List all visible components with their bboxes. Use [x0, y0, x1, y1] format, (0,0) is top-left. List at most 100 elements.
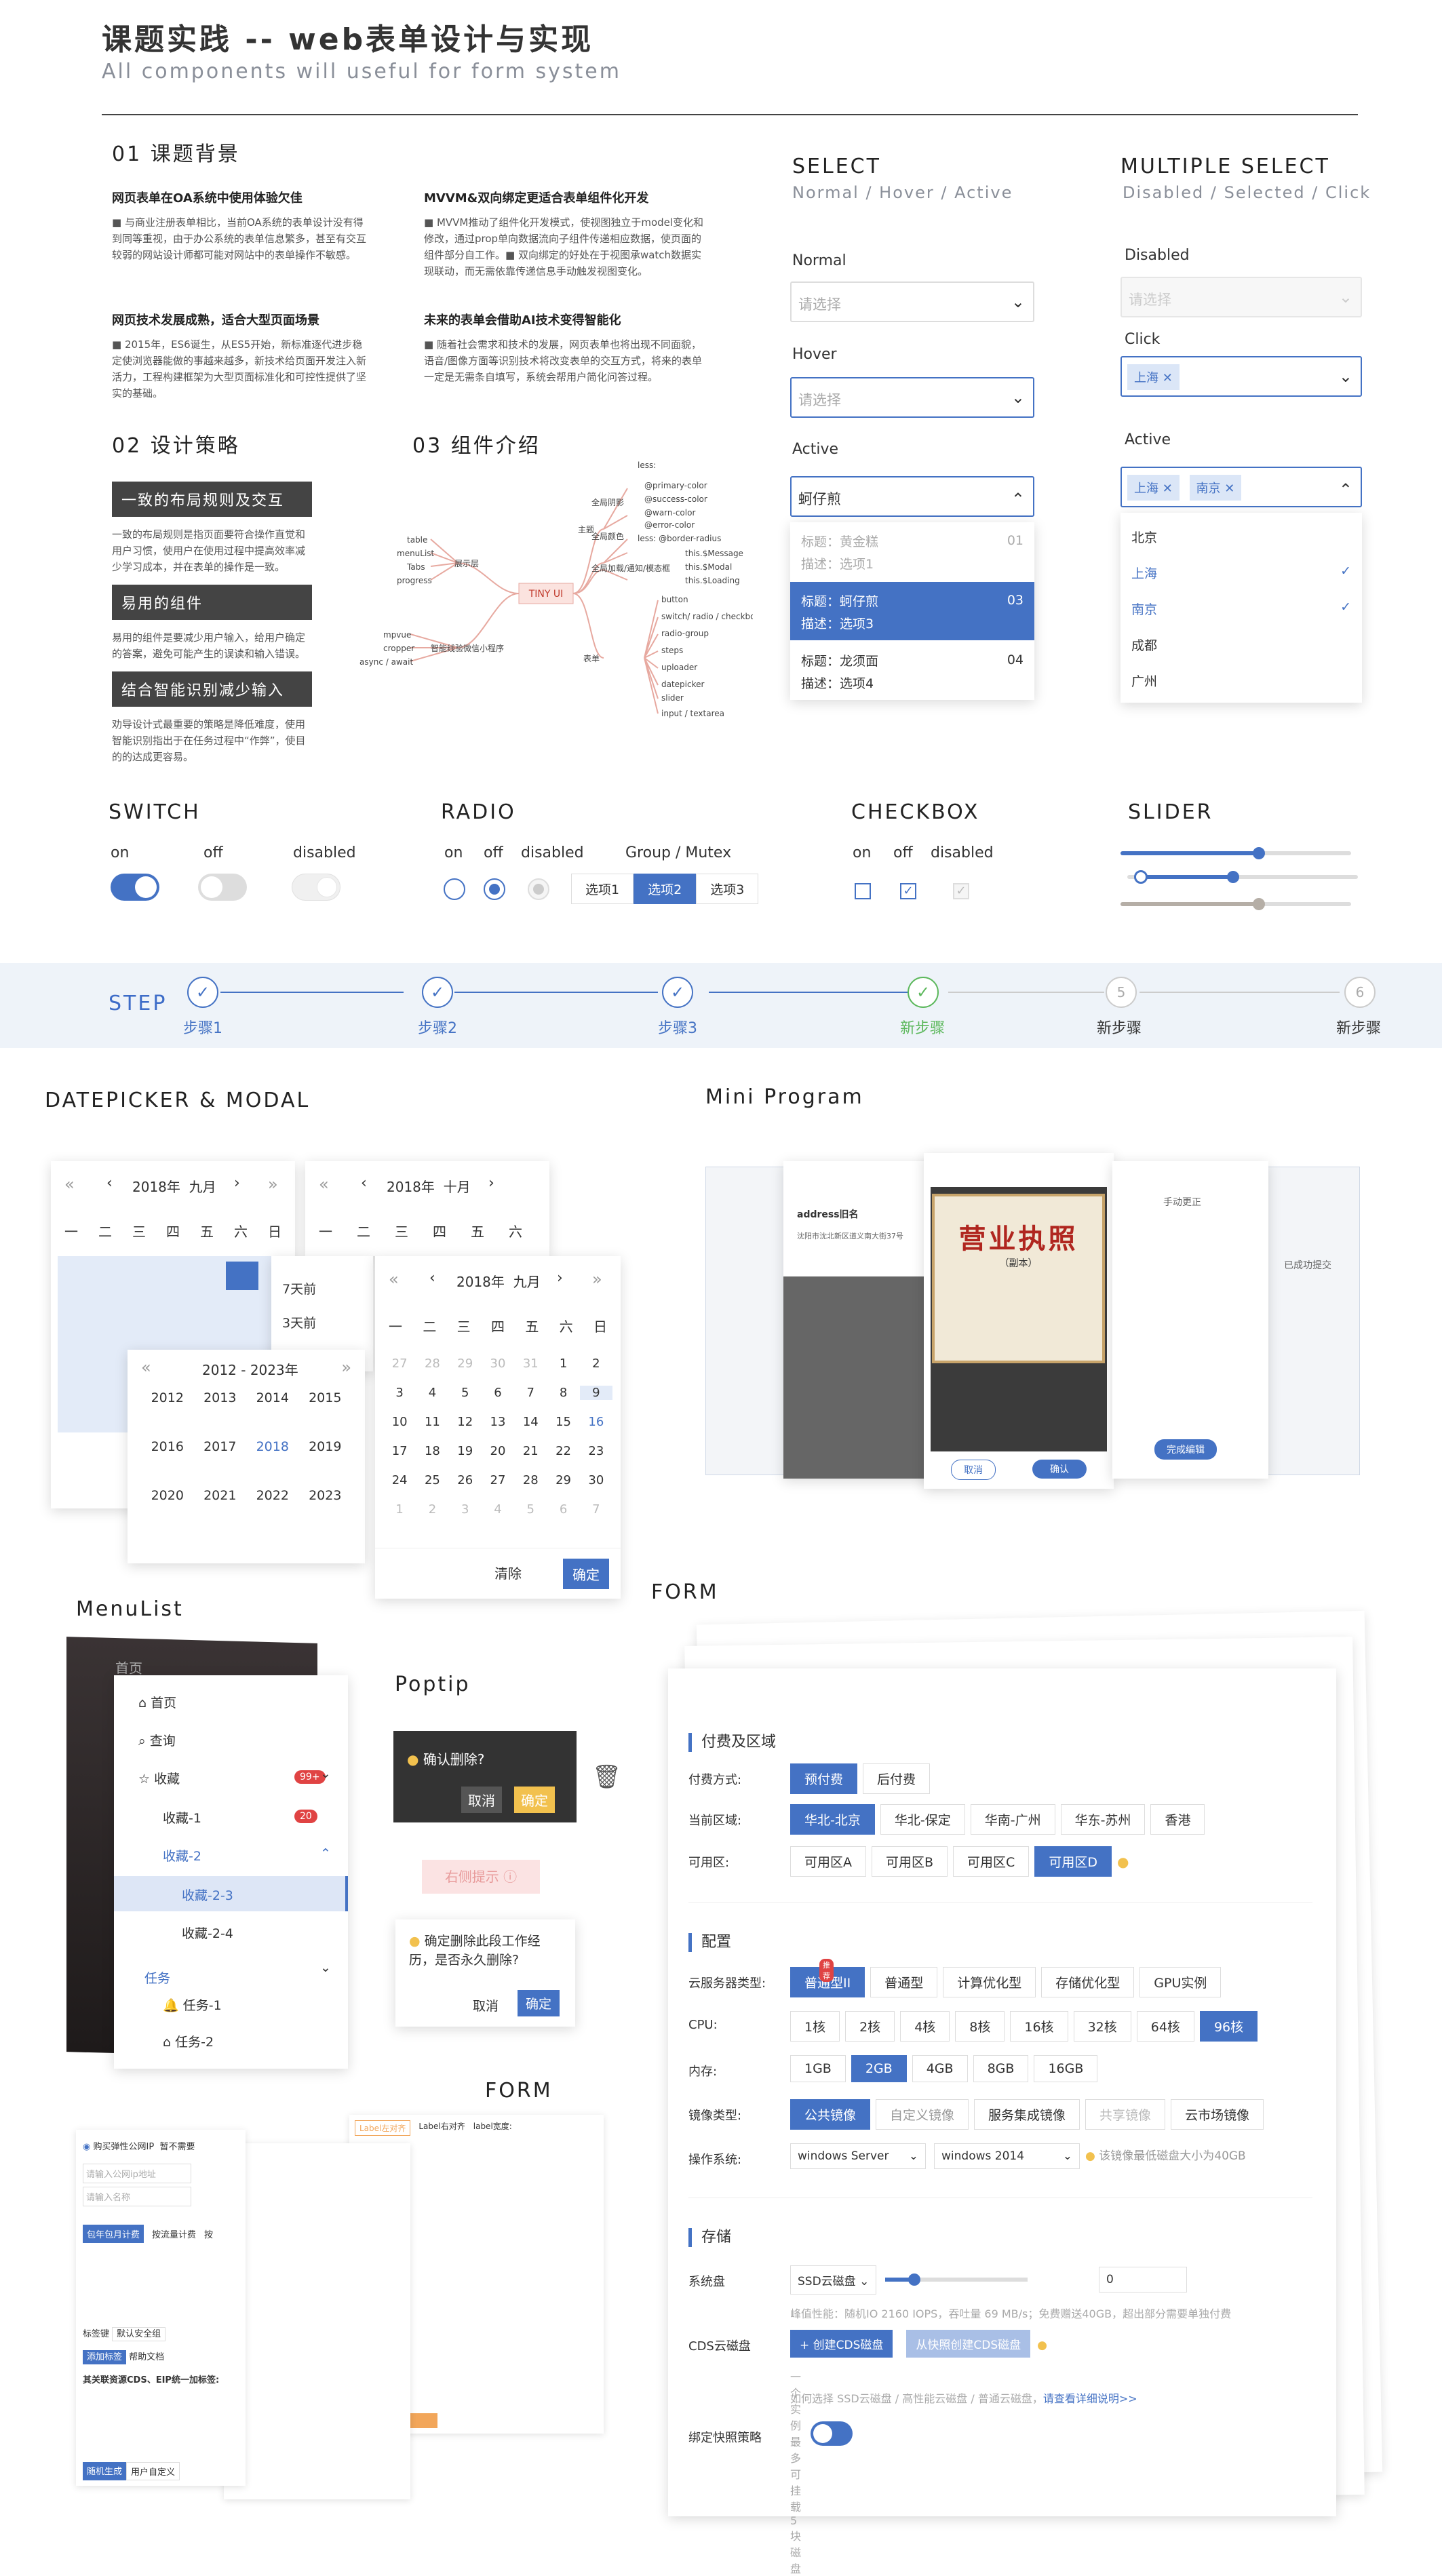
- region-option[interactable]: 香港: [1150, 1804, 1205, 1835]
- name-input[interactable]: 请输入名称: [83, 2187, 191, 2206]
- memory-option[interactable]: 8GB: [973, 2055, 1029, 2082]
- mini-cancel-button[interactable]: 取消: [951, 1460, 996, 1480]
- calendar-month[interactable]: 九月: [189, 1179, 216, 1195]
- select-option[interactable]: 标题：黄金糕 描述：选项1 01: [790, 522, 1034, 581]
- year-cell[interactable]: 2012: [141, 1390, 194, 1405]
- snapshot-cds-button[interactable]: 从快照创建CDS磁盘: [906, 2330, 1031, 2358]
- year-cell[interactable]: 2013: [194, 1390, 247, 1405]
- memory-option[interactable]: 16GB: [1034, 2055, 1098, 2082]
- day-cell[interactable]: 2: [580, 1357, 612, 1371]
- close-icon[interactable]: ✕: [1224, 482, 1234, 496]
- chevron-left-icon[interactable]: ‹: [361, 1175, 367, 1192]
- multi-active[interactable]: 上海 ✕ 南京 ✕ ⌃: [1121, 467, 1362, 507]
- day-cell[interactable]: 15: [547, 1415, 579, 1429]
- radio-label[interactable]: 暂不需要: [159, 2142, 195, 2152]
- menu-item[interactable]: ☆ 收藏: [138, 1769, 180, 1787]
- memory-option[interactable]: 2GB: [851, 2055, 907, 2082]
- year-cell[interactable]: 2020: [141, 1488, 194, 1503]
- radio-on[interactable]: [444, 878, 465, 900]
- chevron-right-icon[interactable]: ›: [557, 1270, 563, 1287]
- zone-option[interactable]: 可用区A: [790, 1846, 866, 1877]
- image-option[interactable]: 云市场镜像: [1171, 2099, 1264, 2130]
- day-cell[interactable]: 3: [449, 1502, 482, 1517]
- menu-item[interactable]: 收藏-1: [163, 1808, 201, 1827]
- calendar-year[interactable]: 2018年: [456, 1274, 505, 1290]
- day-cell[interactable]: 11: [416, 1415, 448, 1429]
- chevron-left-icon[interactable]: ‹: [429, 1270, 435, 1287]
- image-option[interactable]: 自定义镜像: [876, 2099, 969, 2130]
- menu-item[interactable]: ⌕ 查询: [138, 1731, 176, 1749]
- chevron-right-icon[interactable]: ›: [234, 1175, 240, 1192]
- menu-item[interactable]: ⌂ 任务-2: [163, 2032, 214, 2050]
- quick-option[interactable]: 3天前: [282, 1306, 362, 1340]
- select-hover[interactable]: 请选择 ⌄: [790, 377, 1034, 418]
- disk-size-input[interactable]: 0: [1099, 2267, 1187, 2292]
- poptip-confirm-button[interactable]: 确定: [518, 1990, 560, 2016]
- multi-option[interactable]: 南京 ✓: [1121, 590, 1362, 626]
- day-cell[interactable]: 13: [482, 1415, 514, 1429]
- day-cell[interactable]: 5: [514, 1502, 547, 1517]
- radio-group-option[interactable]: 选项1: [571, 874, 634, 904]
- slider-2[interactable]: [1127, 870, 1358, 884]
- multi-option[interactable]: 上海 ✓: [1121, 554, 1362, 590]
- clear-button[interactable]: 清除: [494, 1563, 522, 1582]
- day-cell[interactable]: 29: [449, 1357, 482, 1371]
- day-cell[interactable]: 28: [514, 1473, 547, 1487]
- confirm-button[interactable]: 确定: [563, 1559, 609, 1589]
- label-align-tab[interactable]: Label左对齐: [355, 2120, 411, 2136]
- day-cell[interactable]: 7: [580, 1502, 612, 1517]
- image-option[interactable]: 公共镜像: [790, 2099, 871, 2130]
- select-active[interactable]: 蚵仔煎 ⌃: [790, 476, 1034, 517]
- poptip-cancel-button[interactable]: 取消: [461, 1787, 502, 1813]
- day-cell[interactable]: 29: [547, 1473, 579, 1487]
- day-cell[interactable]: 10: [383, 1415, 416, 1429]
- radio-group-option[interactable]: 选项3: [696, 874, 759, 904]
- multi-option[interactable]: 广州: [1121, 662, 1362, 698]
- cpu-option[interactable]: 32核: [1073, 2011, 1131, 2042]
- day-cell[interactable]: 1: [383, 1502, 416, 1517]
- poptip-cancel-button[interactable]: 取消: [467, 1993, 504, 2018]
- zone-option[interactable]: 可用区D: [1034, 1846, 1112, 1877]
- day-cell[interactable]: 21: [514, 1444, 547, 1458]
- day-cell[interactable]: 4: [482, 1502, 514, 1517]
- day-cell[interactable]: 28: [416, 1357, 448, 1371]
- cpu-option[interactable]: 64核: [1136, 2011, 1194, 2042]
- switch-on[interactable]: [111, 874, 159, 901]
- day-cell[interactable]: 5: [449, 1386, 482, 1400]
- menu-item[interactable]: 任务: [144, 1968, 170, 1987]
- image-option[interactable]: 服务集成镜像: [974, 2099, 1080, 2130]
- day-cell[interactable]: 17: [383, 1444, 416, 1458]
- pay-option[interactable]: 预付费: [790, 1763, 858, 1794]
- instance-type-option[interactable]: 存储优化型: [1041, 1967, 1135, 1997]
- cpu-option[interactable]: 16核: [1010, 2011, 1068, 2042]
- checkbox-checked[interactable]: ✓: [900, 883, 916, 899]
- cpu-option[interactable]: 8核: [955, 2011, 1005, 2042]
- help-link[interactable]: 帮助文档: [129, 2352, 164, 2362]
- os-version-select[interactable]: windows 2014 ⌄: [934, 2143, 1080, 2169]
- year-cell[interactable]: 2022: [246, 1488, 299, 1503]
- menu-item[interactable]: 🔔 任务-1: [163, 1995, 222, 2014]
- double-chevron-right-icon[interactable]: »: [592, 1270, 602, 1289]
- close-icon[interactable]: ✕: [1163, 482, 1173, 496]
- quick-option[interactable]: 7天前: [282, 1272, 362, 1306]
- pay-option[interactable]: 后付费: [863, 1763, 931, 1794]
- day-cell[interactable]: 9: [579, 1386, 612, 1400]
- poptip-confirm-button[interactable]: 确定: [514, 1787, 555, 1813]
- multi-option[interactable]: 北京: [1121, 518, 1362, 554]
- checkbox-unchecked[interactable]: [855, 883, 871, 899]
- day-cell[interactable]: 27: [482, 1473, 514, 1487]
- multi-option[interactable]: 成都: [1121, 626, 1362, 662]
- menu-item[interactable]: ⌂ 首页: [138, 1693, 176, 1711]
- double-chevron-left-icon[interactable]: «: [141, 1358, 151, 1377]
- day-cell[interactable]: 12: [449, 1415, 482, 1429]
- select-option[interactable]: 标题：龙须面 描述：选项4 04: [790, 642, 1034, 700]
- year-cell[interactable]: 2014: [246, 1390, 299, 1405]
- day-cell[interactable]: 19: [449, 1444, 482, 1458]
- day-cell[interactable]: 14: [514, 1415, 547, 1429]
- chevron-right-icon[interactable]: ›: [488, 1175, 494, 1192]
- selected-date[interactable]: [226, 1262, 258, 1290]
- cpu-option[interactable]: 4核: [900, 2011, 950, 2042]
- day-cell[interactable]: 4: [416, 1386, 448, 1400]
- multi-tag[interactable]: 南京 ✕: [1189, 475, 1242, 501]
- cpu-option[interactable]: 1核: [790, 2011, 840, 2042]
